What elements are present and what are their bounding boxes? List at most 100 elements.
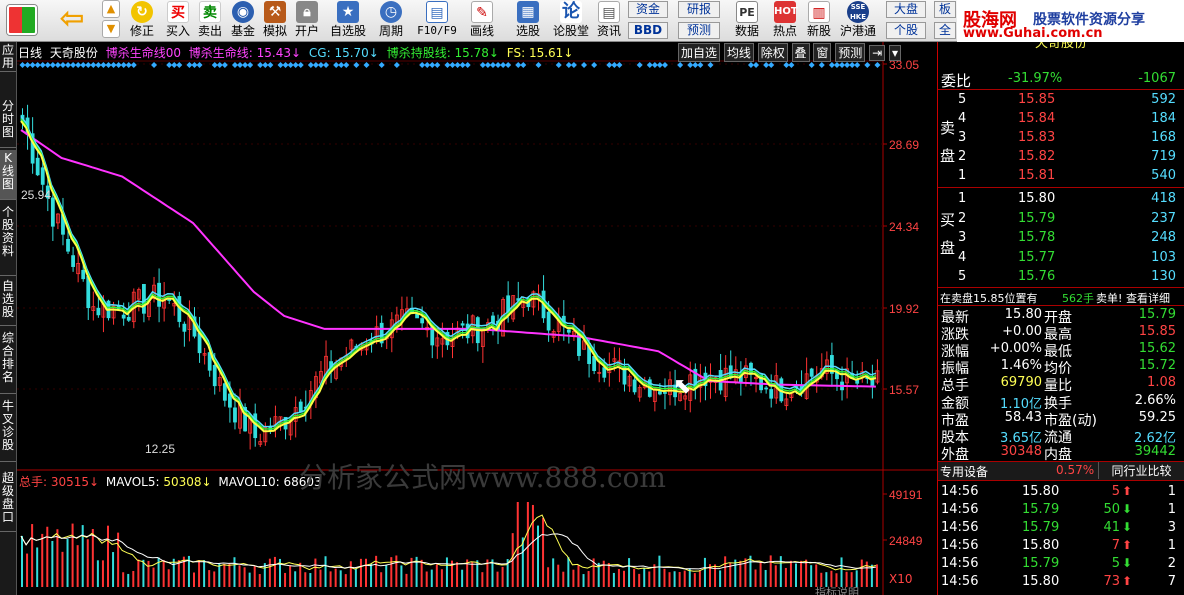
volume-bar — [810, 565, 813, 587]
volume-bar — [430, 569, 433, 587]
tab-kline[interactable]: K线图 — [0, 150, 16, 200]
volume-bar — [51, 540, 54, 587]
ask-row[interactable]: 2 15.82 719 — [938, 148, 1184, 166]
open-account-button[interactable]: 🔒︎ 开户 — [292, 0, 322, 42]
stat-row: 股本 3.65亿 流通 2.62亿 — [938, 427, 1184, 446]
candle-body — [142, 284, 146, 314]
hot-button[interactable]: HOT 热点 — [770, 0, 800, 42]
bid-volume: 248 — [1151, 230, 1176, 245]
stat-value: 15.80 — [1004, 307, 1042, 322]
back-button[interactable]: ⇦ — [52, 0, 92, 42]
kline-chart[interactable]: 33.0528.6924.3419.9215.574919124849 25.9… — [17, 42, 937, 595]
period-label: 周期 — [378, 24, 403, 38]
tab-watchlist[interactable]: 自选股 — [0, 278, 16, 326]
zoom-label: X10 — [889, 572, 913, 586]
volume-bar — [167, 569, 170, 587]
bid-row[interactable]: 3 15.78 248 — [938, 229, 1184, 247]
tab-diagnosis[interactable]: 牛叉诊股 — [0, 398, 16, 462]
tab-profile[interactable]: 个股资料 — [0, 204, 16, 276]
back-arrow-icon: ⇦ — [59, 1, 85, 36]
window-button[interactable]: 窗 — [813, 43, 832, 62]
volume-bar — [354, 569, 357, 587]
ask-row[interactable]: 5 15.85 592 — [938, 91, 1184, 109]
bid-row[interactable]: 4 15.77 103 — [938, 249, 1184, 267]
capital-button[interactable]: 资金 — [628, 1, 668, 18]
sector-name[interactable]: 专用设备 — [940, 463, 988, 480]
data-button[interactable]: PE 数据 — [728, 0, 766, 42]
new-stock-button[interactable]: ▥ 新股 — [804, 0, 834, 42]
bid-row[interactable]: 1 15.80 418 — [938, 190, 1184, 208]
ask-row[interactable]: 3 15.83 168 — [938, 129, 1184, 147]
volume-bar — [617, 569, 620, 587]
volume-bar — [172, 558, 175, 587]
indicator-help[interactable]: 指标说明 — [815, 584, 859, 595]
research-button[interactable]: 研报 — [678, 1, 720, 18]
market-button[interactable]: 大盘 — [886, 1, 926, 18]
revise-button[interactable]: ↻ 修正 — [126, 0, 158, 42]
fund-button[interactable]: ◉ 基金 — [228, 0, 258, 42]
period-button[interactable]: ◷ 周期 — [372, 0, 410, 42]
volume-bar — [531, 504, 534, 587]
weibi-label: 委比 — [941, 72, 972, 90]
windows-button[interactable] — [2, 0, 42, 42]
bid-row[interactable]: 5 15.76 130 — [938, 268, 1184, 286]
volume-bar — [208, 570, 211, 587]
new-stock-icon: ▥ — [808, 1, 830, 23]
ask-volume: 184 — [1151, 111, 1176, 126]
tab-intraday[interactable]: 分时图 — [0, 98, 16, 148]
expand-icon[interactable]: ⇥ — [869, 45, 886, 61]
vol-ma5-value: 50308↓ — [163, 475, 212, 489]
forecast-button[interactable]: 预测 — [678, 22, 720, 39]
draw-line-button[interactable]: ✎ 画线 — [464, 0, 500, 42]
stock-pick-button[interactable]: ▦ 选股 — [508, 0, 548, 42]
ask-row[interactable]: 1 15.81 540 — [938, 167, 1184, 185]
all-button[interactable]: 全 — [934, 22, 956, 39]
board-button[interactable]: 板 — [934, 1, 956, 18]
tick-volume: 5 — [1111, 556, 1120, 571]
sse-hkex-button[interactable]: SSE HKE 沪港通 — [838, 0, 878, 42]
volume-bar — [365, 558, 367, 587]
f10-button[interactable]: ▤ F10/F9 — [414, 0, 460, 42]
tick-price: 15.79 — [1022, 520, 1060, 535]
price-tick-label: 24.34 — [889, 220, 919, 234]
stock-button[interactable]: 个股 — [886, 22, 926, 39]
sell-button[interactable]: 卖 卖出 — [196, 0, 224, 42]
tab-level2[interactable]: 超级盘口 — [0, 470, 16, 532]
volume-bar — [71, 523, 74, 587]
compare-industry-button[interactable]: 同行业比较 — [1098, 462, 1184, 479]
bid-price: 15.80 — [1018, 191, 1056, 206]
ma-button[interactable]: 均线 — [723, 43, 754, 62]
overlay-button[interactable]: 叠 — [791, 43, 810, 62]
tab-ranking[interactable]: 综合排名 — [0, 330, 16, 394]
quote-panel: 天奇股份 委比 -31.97% -1067 卖盘 买盘 5 15.85 592 4 15… — [937, 42, 1184, 595]
bid-row[interactable]: 2 15.79 237 — [938, 210, 1184, 228]
dropdown-icon[interactable]: ▾ — [888, 45, 901, 61]
candle-body — [40, 167, 45, 185]
stat-value: 69790 — [1000, 375, 1042, 391]
volume-bar — [875, 564, 878, 587]
forecast-chart-button[interactable]: 预测 — [835, 43, 866, 62]
bbd-button[interactable]: BBD — [628, 22, 668, 39]
news-button[interactable]: ▤ 资讯 — [594, 0, 624, 42]
tick-count: 7 — [1167, 574, 1176, 589]
view-detail-link[interactable]: 查看详细 — [1126, 290, 1170, 306]
watchlist-button[interactable]: ★ 自选股 — [328, 0, 368, 42]
volume-bar — [698, 570, 701, 587]
vol-total-value: 30515↓ — [50, 475, 100, 489]
stat-value: 30348 — [1000, 443, 1042, 459]
stock-name: 天奇股份 — [49, 46, 98, 60]
down-arrow-icon[interactable]: ▼ — [102, 20, 120, 38]
stat-value: 1.08 — [1147, 375, 1176, 391]
down-arrow-icon: ⬇ — [1122, 502, 1133, 516]
ex-rights-button[interactable]: 除权 — [757, 43, 788, 62]
tick-time: 14:56 — [941, 520, 979, 535]
ask-row[interactable]: 4 15.84 184 — [938, 110, 1184, 128]
kline-chart-area[interactable]: 33.05 28.69 24.34 19.92 15.57 49191 24849 25.9… — [17, 42, 937, 595]
buy-button[interactable]: 买 买入 — [164, 0, 192, 42]
stat-row: 市盈 58.43 市盈(动) 59.25 — [938, 410, 1184, 429]
up-arrow-icon[interactable]: ▲ — [102, 0, 120, 18]
add-watchlist-button[interactable]: 加自选 — [678, 43, 721, 62]
simulate-button[interactable]: ⚒ 模拟 — [260, 0, 290, 42]
tab-apps[interactable]: 应用 — [0, 42, 16, 72]
forum-button[interactable]: 论 论股堂 — [552, 0, 590, 42]
